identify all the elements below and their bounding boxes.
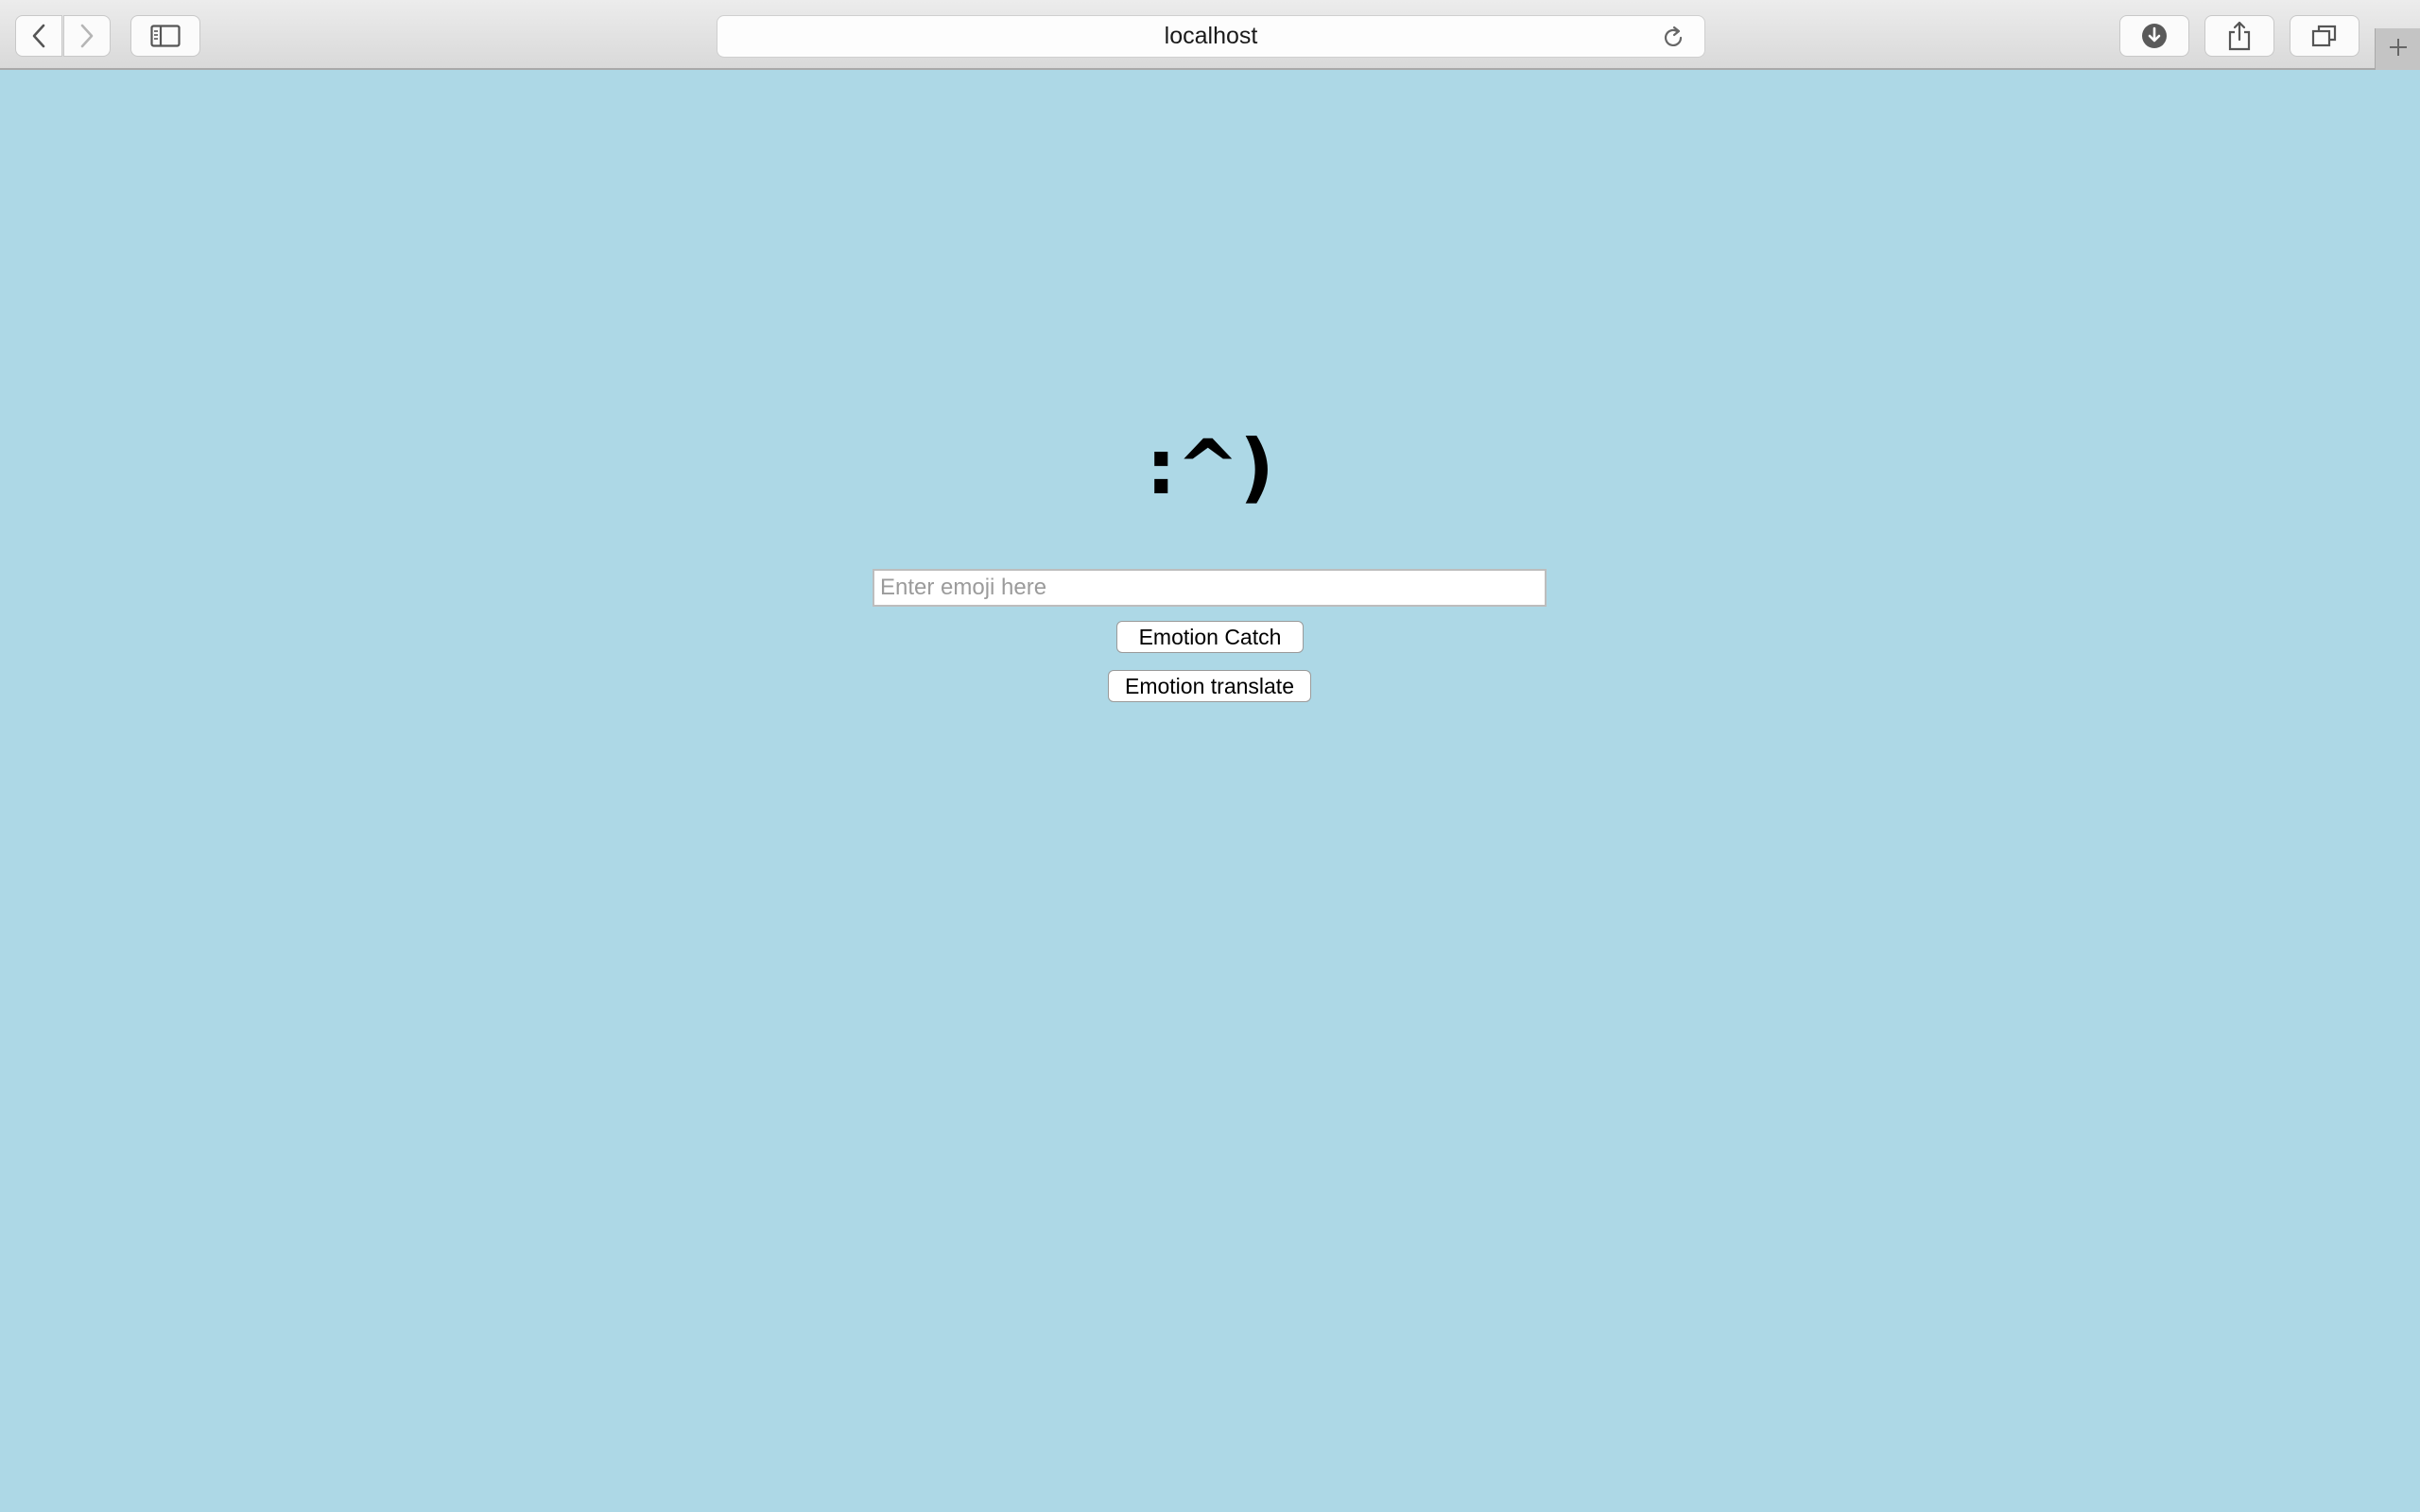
emoji-input[interactable] xyxy=(873,569,1547,607)
sidebar-button[interactable] xyxy=(130,15,200,57)
page-heading: :^) xyxy=(1146,423,1274,511)
back-button[interactable] xyxy=(15,15,62,57)
downloads-button[interactable] xyxy=(2119,15,2189,57)
share-icon xyxy=(2227,21,2252,51)
chevron-left-icon xyxy=(29,23,48,49)
plus-icon xyxy=(2387,36,2410,63)
tabs-overview-icon xyxy=(2311,24,2338,48)
address-text: localhost xyxy=(1164,23,1258,49)
new-tab-button[interactable] xyxy=(2375,28,2420,70)
emotion-catch-button[interactable]: Emotion Catch xyxy=(1116,621,1304,653)
download-icon xyxy=(2140,22,2169,50)
sidebar-icon xyxy=(150,25,181,47)
emotion-translate-button[interactable]: Emotion translate xyxy=(1108,670,1311,702)
chevron-right-icon xyxy=(78,23,96,49)
forward-button[interactable] xyxy=(63,15,111,57)
browser-toolbar: localhost xyxy=(0,0,2420,70)
reload-icon[interactable] xyxy=(1661,26,1685,55)
share-button[interactable] xyxy=(2204,15,2274,57)
tabs-overview-button[interactable] xyxy=(2290,15,2360,57)
address-bar[interactable]: localhost xyxy=(717,15,1705,58)
